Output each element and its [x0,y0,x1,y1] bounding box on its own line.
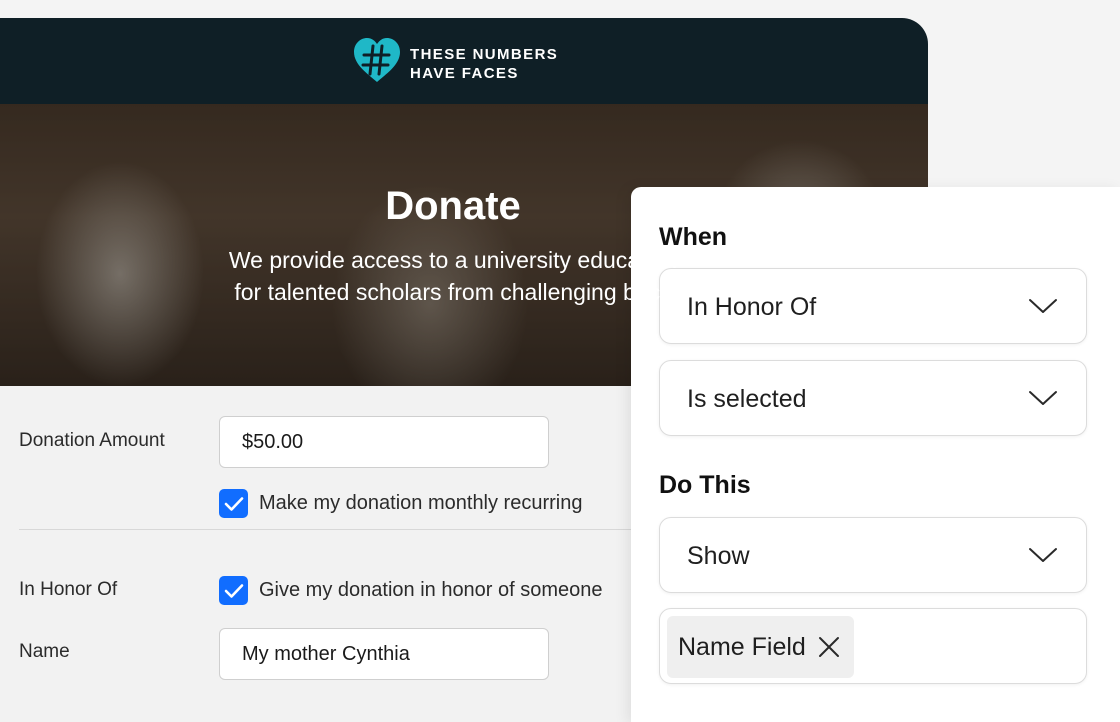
checkmark-icon [224,496,243,511]
heart-hash-icon [352,36,402,91]
chevron-down-icon [1029,391,1057,405]
recurring-checkbox[interactable] [219,489,248,518]
target-chip: Name Field [667,616,854,678]
recurring-option[interactable]: Make my donation monthly recurring [219,489,582,518]
when-condition-select[interactable]: Is selected [659,360,1087,436]
hero-title: Donate [385,184,521,228]
hero-subtitle-line-2: for talented scholars from challenging b… [234,279,672,305]
honor-option[interactable]: Give my donation in honor of someone [219,576,603,605]
header-bar: THESE NUMBERS HAVE FACES [0,18,928,104]
brand-line-1: THESE NUMBERS [410,45,559,63]
honor-check-label: Give my donation in honor of someone [259,579,603,601]
in-honor-label: In Honor Of [19,579,118,600]
recurring-label: Make my donation monthly recurring [259,492,583,514]
action-select[interactable]: Show [659,517,1087,593]
target-chip-label: Name Field [678,632,806,661]
name-input[interactable]: My mother Cynthia [219,628,549,680]
honor-checkbox[interactable] [219,576,248,605]
action-value: Show [687,542,750,570]
brand-logo[interactable]: THESE NUMBERS HAVE FACES [352,36,558,91]
close-icon[interactable] [818,636,840,658]
when-condition-value: Is selected [687,385,807,413]
do-this-heading: Do This [659,471,751,499]
chevron-down-icon [1029,548,1057,562]
donation-amount-input[interactable]: $50.00 [219,416,549,468]
target-field-select[interactable]: Name Field [659,608,1087,684]
chevron-down-icon [1029,299,1057,313]
brand-name: THESE NUMBERS HAVE FACES [410,45,558,83]
donation-amount-label: Donation Amount [19,430,165,451]
brand-line-2: HAVE FACES [410,64,519,82]
checkmark-icon [224,583,243,598]
hero-subtitle-line-1: We provide access to a university educat… [228,247,678,273]
hero-subtitle: We provide access to a university educat… [0,244,906,308]
name-label: Name [19,641,70,662]
